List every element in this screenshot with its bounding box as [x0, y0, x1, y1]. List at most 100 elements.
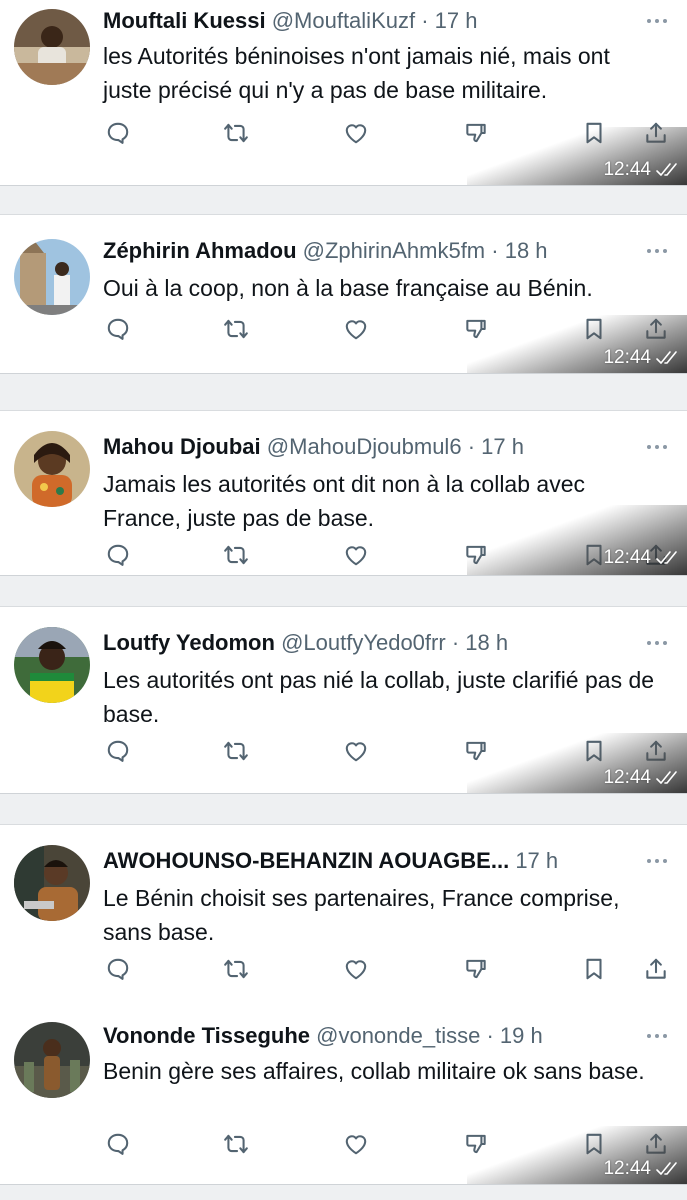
reply-button[interactable]	[102, 539, 134, 571]
thumbs-down-icon	[463, 738, 489, 764]
share-button[interactable]	[640, 539, 672, 571]
author-handle[interactable]: @vononde_tisse	[316, 1023, 480, 1048]
retweet-icon	[223, 542, 249, 568]
share-icon	[643, 956, 669, 982]
double-check-icon	[655, 1160, 681, 1178]
like-button[interactable]	[340, 953, 372, 985]
retweet-button[interactable]	[220, 735, 252, 767]
more-dots-icon[interactable]	[645, 633, 669, 653]
message-time: 12:44	[603, 159, 681, 181]
retweet-button[interactable]	[220, 953, 252, 985]
speech-bubble-icon	[105, 316, 131, 342]
reply-button[interactable]	[102, 735, 134, 767]
like-button[interactable]	[340, 1128, 372, 1160]
tweet-actions	[0, 953, 687, 985]
stats-button[interactable]	[460, 1128, 492, 1160]
author-name[interactable]: Vononde Tisseguhe	[103, 1023, 310, 1048]
reply-button[interactable]	[102, 313, 134, 345]
tweet-header: Loutfy Yedomon @LoutfyYedo0frr · 18 h	[103, 629, 627, 657]
stats-button[interactable]	[460, 117, 492, 149]
stats-button[interactable]	[460, 735, 492, 767]
tweet-card[interactable]: AWOHOUNSO-BEHANZIN AOUAGBE... 17 h Le Bé…	[0, 824, 687, 1006]
like-button[interactable]	[340, 735, 372, 767]
bookmark-icon	[581, 738, 607, 764]
retweet-icon	[223, 738, 249, 764]
tweet-text: Les autorités ont pas nié la collab, jus…	[103, 667, 655, 727]
tweet-text: les Autorités béninoises n'ont jamais ni…	[103, 43, 610, 103]
speech-bubble-icon	[105, 956, 131, 982]
avatar[interactable]	[14, 431, 90, 507]
stats-button[interactable]	[460, 539, 492, 571]
tweet-card[interactable]: Vononde Tisseguhe @vononde_tisse · 19 h …	[0, 1004, 687, 1185]
thumbs-down-icon	[463, 316, 489, 342]
tweet-actions	[0, 313, 687, 345]
tweet-time: 17 h	[515, 848, 559, 873]
more-dots-icon[interactable]	[645, 1026, 669, 1046]
bookmark-button[interactable]	[578, 117, 610, 149]
avatar[interactable]	[14, 845, 90, 921]
share-button[interactable]	[640, 735, 672, 767]
share-icon	[643, 542, 669, 568]
avatar[interactable]	[14, 627, 90, 703]
thumbs-down-icon	[463, 120, 489, 146]
retweet-icon	[223, 956, 249, 982]
avatar[interactable]	[14, 239, 90, 315]
retweet-button[interactable]	[220, 539, 252, 571]
thumbs-down-icon	[463, 542, 489, 568]
share-icon	[643, 316, 669, 342]
like-button[interactable]	[340, 313, 372, 345]
like-button[interactable]	[340, 539, 372, 571]
tweet-card[interactable]: Loutfy Yedomon @LoutfyYedo0frr · 18 h Le…	[0, 606, 687, 794]
author-name[interactable]: Zéphirin Ahmadou	[103, 238, 297, 263]
speech-bubble-icon	[105, 1131, 131, 1157]
author-handle[interactable]: @ZphirinAhmk5fm	[303, 238, 486, 263]
stats-button[interactable]	[460, 953, 492, 985]
double-check-icon	[655, 349, 681, 367]
reply-button[interactable]	[102, 117, 134, 149]
author-name[interactable]: Mahou Djoubai	[103, 434, 261, 459]
more-dots-icon[interactable]	[645, 437, 669, 457]
author-name[interactable]: Mouftali Kuessi	[103, 8, 266, 33]
more-dots-icon[interactable]	[645, 11, 669, 31]
bookmark-icon	[581, 956, 607, 982]
tweet-card[interactable]: Zéphirin Ahmadou @ZphirinAhmk5fm · 18 h …	[0, 214, 687, 374]
author-name[interactable]: Loutfy Yedomon	[103, 630, 275, 655]
bookmark-button[interactable]	[578, 735, 610, 767]
share-button[interactable]	[640, 953, 672, 985]
reply-button[interactable]	[102, 953, 134, 985]
share-button[interactable]	[640, 1128, 672, 1160]
heart-icon	[343, 956, 369, 982]
retweet-button[interactable]	[220, 1128, 252, 1160]
share-button[interactable]	[640, 313, 672, 345]
bookmark-button[interactable]	[578, 313, 610, 345]
share-icon	[643, 738, 669, 764]
tweet-header: AWOHOUNSO-BEHANZIN AOUAGBE... 17 h	[103, 847, 627, 875]
stats-button[interactable]	[460, 313, 492, 345]
like-button[interactable]	[340, 117, 372, 149]
retweet-icon	[223, 1131, 249, 1157]
bookmark-button[interactable]	[578, 953, 610, 985]
more-dots-icon[interactable]	[645, 851, 669, 871]
tweet-text: Jamais les autorités ont dit non à la co…	[103, 471, 585, 531]
bookmark-button[interactable]	[578, 1128, 610, 1160]
message-time: 12:44	[603, 1158, 681, 1180]
avatar[interactable]	[14, 1022, 90, 1098]
author-handle[interactable]: @MouftaliKuzf	[272, 8, 415, 33]
tweet-text: Le Bénin choisit ses partenaires, France…	[103, 885, 620, 945]
tweet-card[interactable]: Mahou Djoubai @MahouDjoubmul6 · 17 h Jam…	[0, 410, 687, 576]
tweet-actions	[0, 1128, 687, 1160]
message-time: 12:44	[603, 767, 681, 789]
share-icon	[643, 120, 669, 146]
tweet-card[interactable]: Mouftali Kuessi @MouftaliKuzf · 17 h les…	[0, 0, 687, 186]
tweet-time: · 19 h	[486, 1023, 543, 1048]
retweet-button[interactable]	[220, 313, 252, 345]
more-dots-icon[interactable]	[645, 241, 669, 261]
retweet-button[interactable]	[220, 117, 252, 149]
bookmark-button[interactable]	[578, 539, 610, 571]
share-button[interactable]	[640, 117, 672, 149]
avatar[interactable]	[14, 9, 90, 85]
reply-button[interactable]	[102, 1128, 134, 1160]
author-handle[interactable]: @MahouDjoubmul6	[267, 434, 462, 459]
author-handle[interactable]: @LoutfyYedo0frr	[281, 630, 446, 655]
author-name[interactable]: AWOHOUNSO-BEHANZIN AOUAGBE...	[103, 848, 509, 873]
